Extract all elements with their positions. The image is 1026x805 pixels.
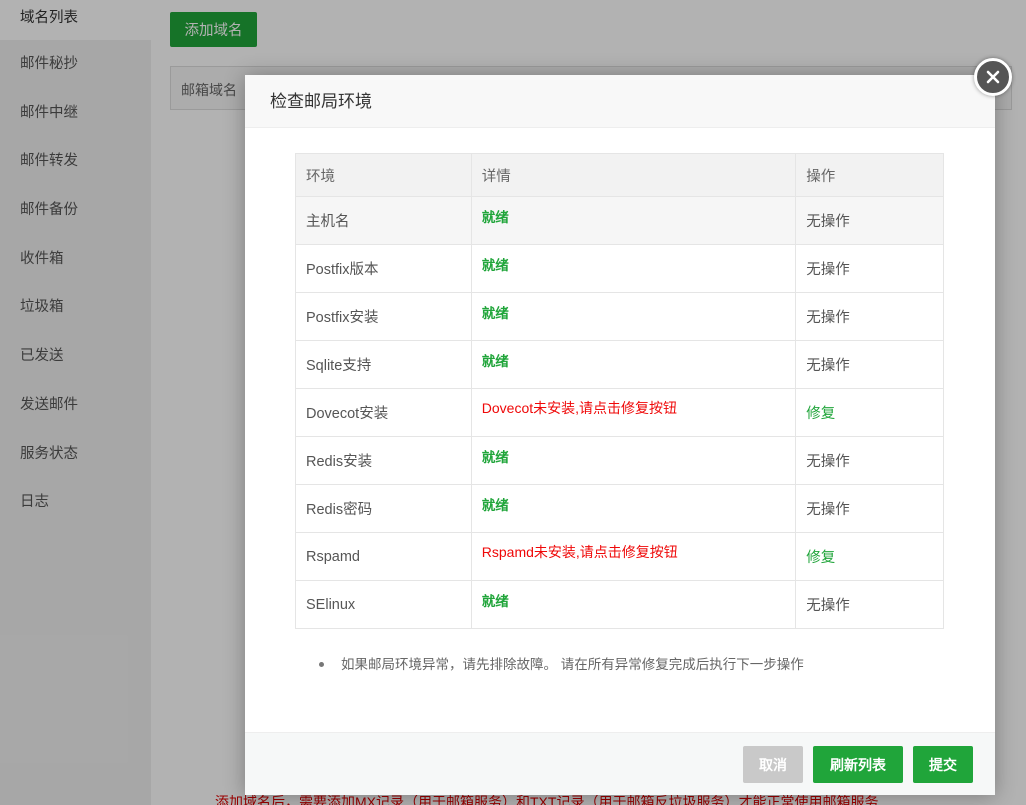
table-row: Sqlite支持 就绪 无操作 bbox=[295, 340, 944, 389]
table-row: SElinux 就绪 无操作 bbox=[295, 580, 944, 629]
status-ready-text: 就绪 bbox=[481, 497, 509, 513]
env-detail-cell: 就绪 bbox=[470, 484, 797, 533]
env-operation-cell: 无操作 bbox=[795, 484, 944, 533]
table-row: Postfix安装 就绪 无操作 bbox=[295, 292, 944, 341]
env-operation-cell: 修复 bbox=[795, 532, 944, 581]
dialog-title: 检查邮局环境 bbox=[245, 75, 995, 128]
env-name-cell: Redis密码 bbox=[295, 484, 472, 533]
env-name-cell: Redis安装 bbox=[295, 436, 472, 485]
no-operation-text: 无操作 bbox=[806, 262, 850, 278]
env-name-cell: SElinux bbox=[295, 580, 472, 629]
env-check-table: 环境 详情 操作 主机名 就绪 无操作 Postfix版本 就绪 无操作 Postfix安装… bbox=[295, 153, 944, 629]
fix-link[interactable]: 修复 bbox=[806, 406, 835, 422]
env-name-cell: 主机名 bbox=[295, 196, 472, 245]
column-header-operation: 操作 bbox=[795, 153, 944, 197]
status-ready-text: 就绪 bbox=[481, 449, 509, 465]
status-ready-text: 就绪 bbox=[481, 353, 509, 369]
status-ready-text: 就绪 bbox=[481, 209, 509, 225]
table-row: Redis安装 就绪 无操作 bbox=[295, 436, 944, 485]
env-detail-cell: 就绪 bbox=[470, 292, 797, 341]
env-detail-cell: Dovecot未安装,请点击修复按钮 bbox=[470, 388, 797, 437]
env-name-cell: Sqlite支持 bbox=[295, 340, 472, 389]
env-operation-cell: 无操作 bbox=[795, 244, 944, 293]
no-operation-text: 无操作 bbox=[806, 598, 850, 614]
cancel-button[interactable]: 取消 bbox=[743, 746, 803, 783]
env-operation-cell: 无操作 bbox=[795, 580, 944, 629]
env-operation-cell: 无操作 bbox=[795, 292, 944, 341]
table-row: Postfix版本 就绪 无操作 bbox=[295, 244, 944, 293]
no-operation-text: 无操作 bbox=[806, 454, 850, 470]
env-name-cell: Postfix版本 bbox=[295, 244, 472, 293]
env-detail-cell: Rspamd未安装,请点击修复按钮 bbox=[470, 532, 797, 581]
no-operation-text: 无操作 bbox=[806, 214, 850, 230]
check-mail-env-dialog: 检查邮局环境 环境 详情 操作 主机名 就绪 无操作 Postfix版本 就绪 无操作 Po… bbox=[245, 75, 995, 795]
env-name-cell: Dovecot安装 bbox=[295, 388, 472, 437]
env-operation-cell: 无操作 bbox=[795, 340, 944, 389]
no-operation-text: 无操作 bbox=[806, 358, 850, 374]
column-header-detail: 详情 bbox=[470, 153, 797, 197]
env-name-cell: Rspamd bbox=[295, 532, 472, 581]
env-detail-cell: 就绪 bbox=[470, 580, 797, 629]
env-detail-cell: 就绪 bbox=[470, 244, 797, 293]
env-table-body: 主机名 就绪 无操作 Postfix版本 就绪 无操作 Postfix安装 就绪 无操作 Sqli… bbox=[295, 196, 944, 629]
tip-text: 如果邮局环境异常，请先排除故障。 请在所有异常修复完成后执行下一步操作 bbox=[319, 653, 804, 673]
close-icon[interactable] bbox=[974, 58, 1012, 96]
status-ready-text: 就绪 bbox=[481, 593, 509, 609]
env-operation-cell: 修复 bbox=[795, 388, 944, 437]
env-name-cell: Postfix安装 bbox=[295, 292, 472, 341]
table-row: Dovecot安装 Dovecot未安装,请点击修复按钮 修复 bbox=[295, 388, 944, 437]
status-ready-text: 就绪 bbox=[481, 257, 509, 273]
table-row: Redis密码 就绪 无操作 bbox=[295, 484, 944, 533]
env-detail-cell: 就绪 bbox=[470, 340, 797, 389]
env-operation-cell: 无操作 bbox=[795, 196, 944, 245]
dialog-footer: 取消 刷新列表 提交 bbox=[245, 732, 995, 795]
env-detail-cell: 就绪 bbox=[470, 196, 797, 245]
no-operation-text: 无操作 bbox=[806, 502, 850, 518]
no-operation-text: 无操作 bbox=[806, 310, 850, 326]
env-detail-cell: 就绪 bbox=[470, 436, 797, 485]
status-ready-text: 就绪 bbox=[481, 305, 509, 321]
status-error-text: Rspamd未安装,请点击修复按钮 bbox=[481, 543, 678, 560]
column-header-env: 环境 bbox=[295, 153, 472, 197]
table-row: Rspamd Rspamd未安装,请点击修复按钮 修复 bbox=[295, 532, 944, 581]
fix-link[interactable]: 修复 bbox=[806, 550, 835, 566]
refresh-list-button[interactable]: 刷新列表 bbox=[813, 746, 903, 783]
table-row: 主机名 就绪 无操作 bbox=[295, 196, 944, 245]
status-error-text: Dovecot未安装,请点击修复按钮 bbox=[481, 399, 678, 416]
submit-button[interactable]: 提交 bbox=[913, 746, 973, 783]
env-operation-cell: 无操作 bbox=[795, 436, 944, 485]
